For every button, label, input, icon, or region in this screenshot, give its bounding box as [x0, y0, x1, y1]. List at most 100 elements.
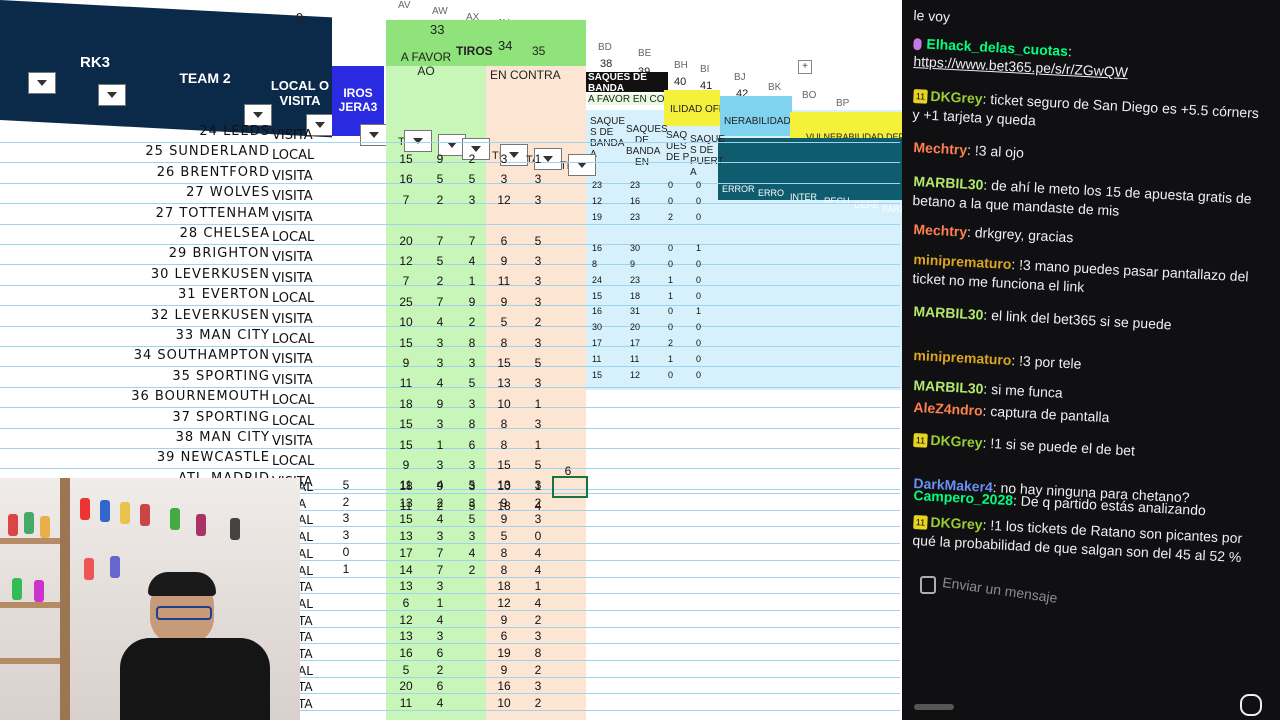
saques-cell[interactable]: 0 — [696, 338, 701, 348]
saques-cell[interactable]: 17 — [592, 338, 602, 348]
column-letter[interactable]: BI — [700, 64, 709, 75]
column-letter[interactable]: BJ — [734, 72, 746, 83]
saques-cell[interactable]: 12 — [630, 370, 640, 380]
stat-cell[interactable]: 0 — [526, 529, 550, 543]
location-cell[interactable]: LOCAL — [272, 393, 332, 408]
stat-cell[interactable]: 17 — [394, 546, 418, 560]
saques-cell[interactable]: 17 — [630, 338, 640, 348]
stat-cell[interactable]: 0 — [334, 545, 358, 559]
stat-cell[interactable]: 7 — [428, 234, 452, 248]
stat-cell[interactable]: 4 — [526, 546, 550, 560]
stat-cell[interactable]: 3 — [334, 511, 358, 525]
stat-cell[interactable]: 3 — [526, 254, 550, 268]
saques-cell[interactable]: 11 — [592, 354, 601, 364]
stat-cell[interactable]: 9 — [394, 356, 418, 370]
stat-cell[interactable]: 1 — [428, 438, 452, 452]
stat-cell[interactable]: 2 — [428, 274, 452, 288]
column-letter[interactable]: BH — [674, 60, 688, 71]
stat-cell[interactable]: 2 — [526, 696, 550, 710]
filter-button[interactable] — [28, 72, 56, 94]
stat-cell[interactable]: 6 — [460, 438, 484, 452]
saques-cell[interactable]: 1 — [696, 243, 701, 253]
stat-cell[interactable]: 1 — [428, 596, 452, 610]
stat-cell[interactable]: 3 — [526, 417, 550, 431]
stat-cell[interactable]: 3 — [526, 629, 550, 643]
stat-cell[interactable]: 11 — [394, 696, 418, 710]
saques-cell[interactable]: 0 — [668, 322, 673, 332]
stat-cell[interactable]: 9 — [428, 397, 452, 411]
saques-cell[interactable]: 8 — [592, 259, 597, 269]
stat-cell[interactable]: 7 — [428, 295, 452, 309]
team-name[interactable]: 30 LEVERKUSEN — [120, 267, 270, 282]
stat-cell[interactable]: 19 — [492, 646, 516, 660]
stat-cell[interactable]: 6 — [428, 679, 452, 693]
team-name[interactable]: 25 SUNDERLAND — [120, 144, 270, 159]
stat-cell[interactable]: 2 — [428, 663, 452, 677]
location-cell[interactable]: TA — [298, 614, 358, 628]
saques-cell[interactable]: 0 — [668, 370, 673, 380]
stat-cell[interactable]: 15 — [394, 417, 418, 431]
chat-input-area[interactable]: Enviar un mensaje — [902, 570, 1280, 630]
saques-cell[interactable]: 9 — [630, 259, 635, 269]
stat-cell[interactable]: 13 — [394, 579, 418, 593]
stat-cell[interactable]: 3 — [460, 496, 484, 510]
location-cell[interactable]: AL — [298, 597, 358, 611]
stat-cell[interactable]: 4 — [460, 254, 484, 268]
location-cell[interactable]: VISITA — [272, 169, 332, 184]
team-name[interactable]: 33 MAN CITY — [120, 328, 270, 343]
saques-cell[interactable]: 0 — [696, 370, 701, 380]
team-name[interactable]: 35 SPORTING — [120, 369, 270, 384]
stat-cell[interactable]: 3 — [526, 193, 550, 207]
location-cell[interactable]: VISITA — [272, 250, 332, 265]
location-cell[interactable]: TA — [298, 647, 358, 661]
saques-cell[interactable]: 0 — [696, 196, 701, 206]
location-cell[interactable]: LOCAL — [272, 332, 332, 347]
filter-button[interactable] — [98, 84, 126, 106]
filter-button[interactable] — [244, 104, 272, 126]
stat-cell[interactable]: 2 — [428, 496, 452, 510]
chat-username[interactable]: AleZ4ndro — [913, 399, 983, 419]
stat-cell[interactable]: 1 — [334, 562, 358, 576]
stat-cell[interactable]: 11 — [394, 376, 418, 390]
stat-cell[interactable]: 2 — [460, 315, 484, 329]
location-cell[interactable]: TA — [298, 697, 358, 711]
team-name[interactable]: 38 MAN CITY — [120, 430, 270, 445]
stat-cell[interactable]: 5 — [334, 478, 358, 492]
stat-cell[interactable]: 9 — [460, 295, 484, 309]
stat-cell[interactable]: 7 — [394, 274, 418, 288]
stat-cell[interactable]: 5 — [492, 315, 516, 329]
stat-cell[interactable]: 15 — [394, 336, 418, 350]
stat-cell[interactable]: 2 — [334, 495, 358, 509]
location-cell[interactable]: VISITA — [272, 128, 332, 143]
stat-cell[interactable]: 15 — [492, 458, 516, 472]
saques-cell[interactable]: 0 — [696, 291, 701, 301]
location-cell[interactable]: VISITA — [272, 312, 332, 327]
team-name[interactable]: 26 BRENTFORD — [120, 165, 270, 180]
chat-username[interactable]: Mechtry — [913, 221, 967, 240]
saques-cell[interactable]: 19 — [592, 212, 602, 222]
stat-cell[interactable]: 13 — [492, 376, 516, 390]
saques-cell[interactable]: 0 — [696, 354, 701, 364]
stat-cell[interactable]: 6 — [492, 629, 516, 643]
stat-cell[interactable]: 7 — [394, 193, 418, 207]
saques-cell[interactable]: 2 — [668, 338, 673, 348]
location-cell[interactable]: AL — [298, 664, 358, 678]
stat-cell[interactable]: 5 — [460, 172, 484, 186]
stat-cell[interactable]: 9 — [428, 152, 452, 166]
stat-cell[interactable]: 10 — [492, 479, 516, 493]
stat-cell[interactable]: 8 — [460, 417, 484, 431]
emote-icon[interactable] — [1240, 694, 1262, 716]
chat-input[interactable]: Enviar un mensaje — [941, 574, 1058, 606]
location-cell[interactable]: LOCAL — [272, 148, 332, 163]
stat-cell[interactable]: 8 — [492, 417, 516, 431]
team-name[interactable]: 24 LEEDS — [120, 124, 270, 139]
team-name[interactable]: 27 TOTTENHAM — [120, 206, 270, 221]
stat-cell[interactable]: 12 — [492, 193, 516, 207]
stat-cell[interactable]: 2 — [526, 613, 550, 627]
saques-cell[interactable]: 0 — [668, 259, 673, 269]
stat-cell[interactable]: 2 — [460, 152, 484, 166]
saques-cell[interactable]: 24 — [592, 275, 602, 285]
stat-cell[interactable]: 20 — [394, 234, 418, 248]
stat-cell[interactable]: 3 — [460, 458, 484, 472]
stat-cell[interactable]: 15 — [394, 152, 418, 166]
